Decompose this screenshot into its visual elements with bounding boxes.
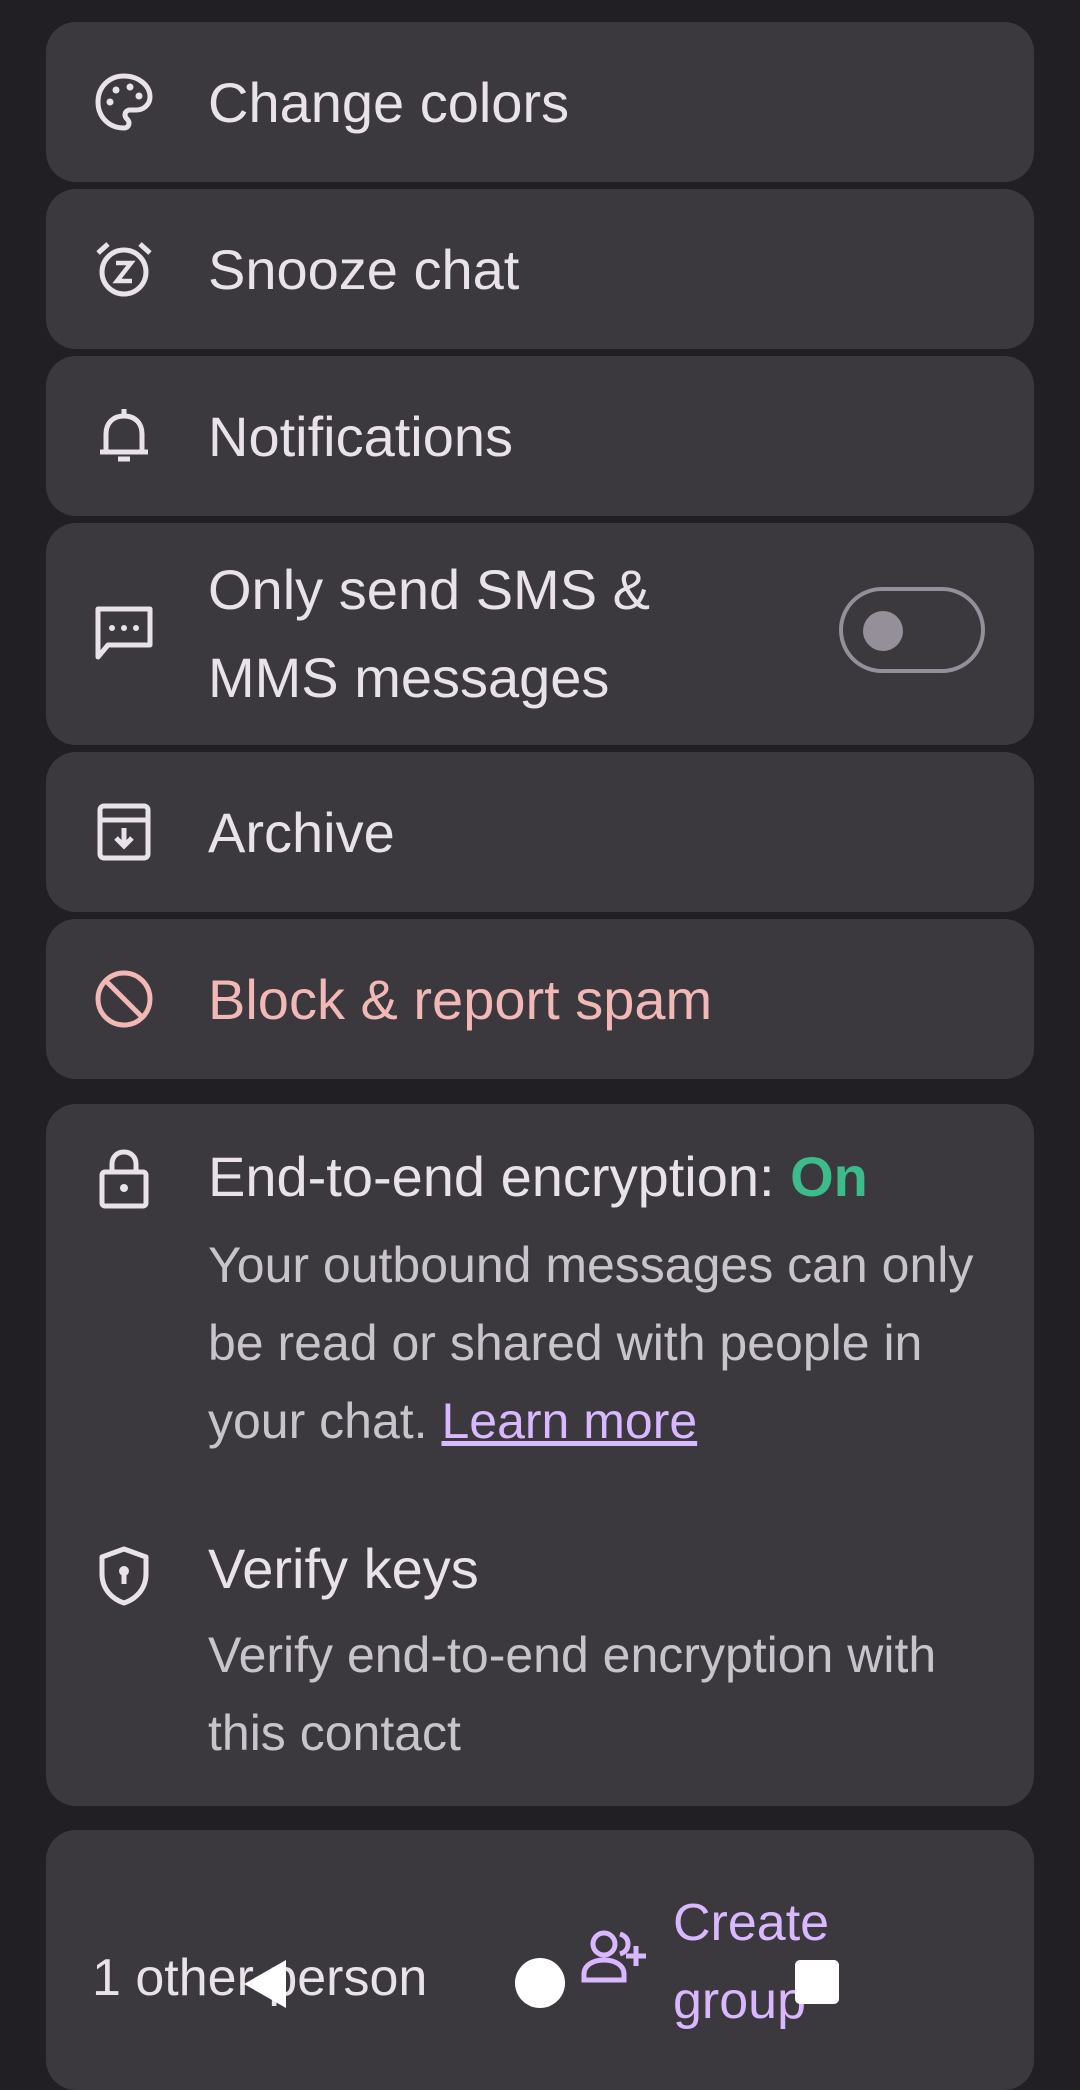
- change-colors-label: Change colors: [208, 71, 570, 134]
- palette-icon: [92, 70, 156, 134]
- verify-keys-item[interactable]: Verify keys Verify end-to-end encryption…: [46, 1504, 1034, 1794]
- recents-icon[interactable]: [795, 1960, 839, 2004]
- message-dots-icon: [92, 601, 156, 665]
- verify-keys-description: Verify end-to-end encryption with this c…: [208, 1627, 937, 1761]
- sms-only-toggle[interactable]: [839, 587, 985, 673]
- sms-only-label-line1: Only send SMS &: [208, 558, 650, 621]
- alarm-snooze-icon: [92, 237, 156, 301]
- change-colors-item[interactable]: Change colors: [46, 22, 1034, 182]
- shield-keyhole-icon: [92, 1544, 156, 1608]
- home-icon[interactable]: [515, 1958, 565, 2008]
- encryption-title: End-to-end encryption: On: [208, 1144, 868, 1209]
- encryption-title-text: End-to-end encryption:: [208, 1145, 775, 1208]
- toggle-knob: [863, 611, 903, 651]
- notifications-item[interactable]: Notifications: [46, 356, 1034, 516]
- snooze-chat-item[interactable]: Snooze chat: [46, 189, 1034, 349]
- lock-icon: [92, 1146, 156, 1210]
- block-icon: [92, 967, 156, 1031]
- encryption-status: On: [790, 1145, 868, 1208]
- archive-icon: [92, 800, 156, 864]
- sms-only-label-line2: MMS messages: [208, 646, 610, 709]
- snooze-chat-label: Snooze chat: [208, 238, 520, 301]
- system-navigation-bar: [0, 1940, 1080, 2030]
- learn-more-link[interactable]: Learn more: [441, 1393, 697, 1449]
- back-icon[interactable]: [236, 1956, 292, 2012]
- sms-only-item[interactable]: Only send SMS & MMS messages: [46, 523, 1034, 745]
- encryption-card: End-to-end encryption: On Your outbound …: [46, 1104, 1034, 1806]
- archive-label: Archive: [208, 801, 395, 864]
- verify-keys-title: Verify keys: [208, 1537, 479, 1600]
- block-report-label: Block & report spam: [208, 968, 713, 1031]
- bell-icon: [92, 404, 156, 468]
- notifications-label: Notifications: [208, 405, 514, 468]
- block-report-item[interactable]: Block & report spam: [46, 919, 1034, 1079]
- archive-item[interactable]: Archive: [46, 752, 1034, 912]
- encryption-description: Your outbound messages can only be read …: [208, 1226, 1008, 1460]
